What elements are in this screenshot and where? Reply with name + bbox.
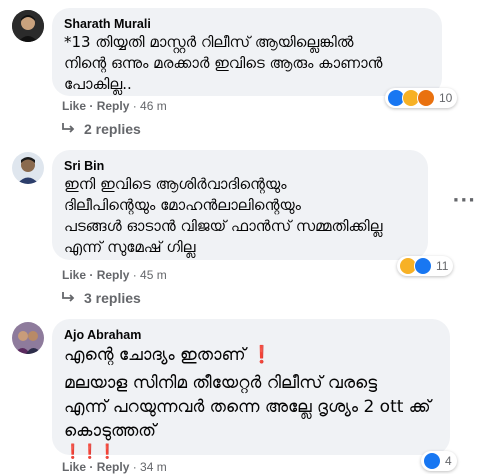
comment-bubble: Sri Bin ഇനി ഇവിടെ ആശിർവാദിന്റെയും ദിലീപി… [52, 150, 428, 260]
view-replies-link[interactable]: 3 replies [62, 290, 141, 306]
like-link[interactable]: Like [62, 268, 86, 282]
reaction-summary[interactable]: 4 [421, 451, 457, 471]
avatar[interactable] [12, 322, 44, 354]
replies-count[interactable]: 2 replies [84, 121, 141, 137]
comment-text: *13 തിയ്യതി മാസ്റ്റർ റിലീസ് ആയില്ലെങ്കിൽ… [64, 33, 383, 93]
reaction-summary[interactable]: 11 [397, 256, 454, 276]
view-replies-link[interactable]: 2 replies [62, 121, 141, 137]
avatar[interactable] [12, 152, 44, 184]
comment-actions: Like · Reply · 46 m [62, 99, 167, 113]
separator: · [129, 268, 141, 282]
comment-actions: Like · Reply · 45 m [62, 268, 167, 282]
reaction-count: 11 [436, 259, 449, 273]
separator: · [86, 460, 97, 474]
like-link[interactable]: Like [62, 99, 86, 113]
angry-reaction-icon [417, 89, 435, 107]
like-link[interactable]: Like [62, 460, 86, 474]
comment-actions: Like · Reply · 34 m [62, 460, 167, 474]
exclamation-icon: ❗ [251, 345, 273, 365]
reply-link[interactable]: Reply [97, 268, 130, 282]
comment-author[interactable]: Sharath Murali [64, 16, 430, 32]
separator: · [129, 99, 141, 113]
avatar[interactable] [12, 10, 44, 42]
comment-text: ഇനി ഇവിടെ ആശിർവാദിന്റെയും ദിലീപിന്റെയും … [64, 175, 383, 256]
reply-link[interactable]: Reply [97, 460, 130, 474]
comment-time[interactable]: 46 m [140, 99, 167, 113]
like-reaction-icon [414, 257, 432, 275]
reply-link[interactable]: Reply [97, 99, 130, 113]
reply-arrow-icon [62, 121, 76, 137]
exclamation-icons: ❗❗❗ [64, 444, 117, 460]
comment-bubble: Sharath Murali *13 തിയ്യതി മാസ്റ്റർ റിലീ… [52, 8, 442, 96]
reaction-count: 10 [439, 91, 453, 105]
comment-author[interactable]: Ajo Abraham [64, 327, 438, 343]
comment-text-line: എന്റെ ചോദ്യം ഇതാണ് [64, 345, 246, 365]
reaction-count: 4 [445, 454, 452, 468]
avatar-image [12, 10, 44, 42]
avatar-image [12, 152, 44, 184]
comment-author[interactable]: Sri Bin [64, 158, 416, 174]
separator: · [129, 460, 141, 474]
reaction-summary[interactable]: 10 [385, 88, 458, 108]
like-reaction-icon [423, 452, 441, 470]
separator: · [86, 268, 97, 282]
replies-count[interactable]: 3 replies [84, 290, 141, 306]
reply-arrow-icon [62, 290, 76, 306]
comment-bubble: Ajo Abraham എന്റെ ചോദ്യം ഇതാണ് ❗ മലയാള സ… [52, 319, 450, 460]
avatar-image [12, 322, 44, 354]
comment-time[interactable]: 45 m [140, 268, 167, 282]
more-options-icon[interactable]: ··· [452, 190, 476, 211]
comment-text: എന്റെ ചോദ്യം ഇതാണ് ❗ [64, 343, 438, 367]
comment-text: മലയാള സിനിമ തീയേറ്റർ റിലീസ് വരട്ടെ എന്ന്… [64, 373, 431, 441]
separator: · [86, 99, 97, 113]
comment-time[interactable]: 34 m [140, 460, 167, 474]
